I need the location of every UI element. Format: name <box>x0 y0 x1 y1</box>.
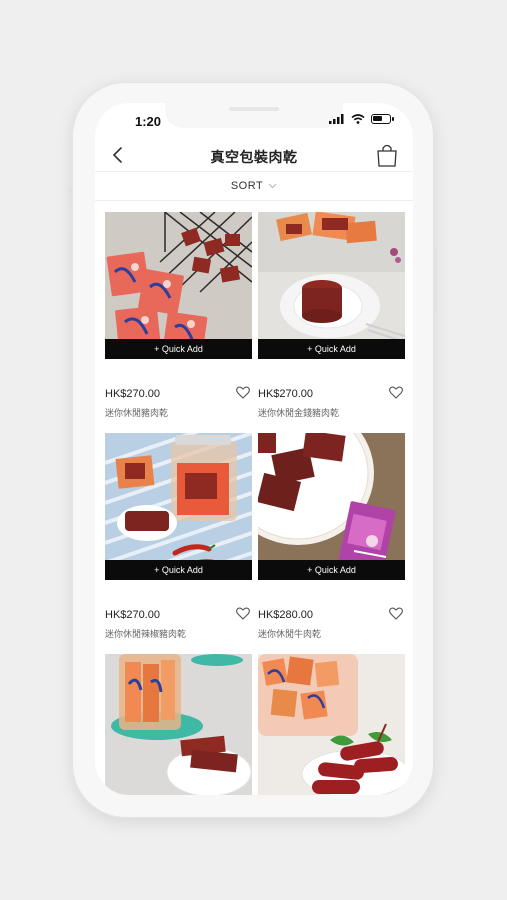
quick-add-button[interactable]: + Quick Add <box>105 339 252 359</box>
product-photo <box>258 433 405 580</box>
shopping-bag-icon[interactable] <box>375 142 399 168</box>
notch <box>165 103 343 128</box>
product-image[interactable]: + Quick Add <box>258 433 405 580</box>
product-price: HK$270.00 <box>105 609 161 621</box>
phone-volume-down <box>69 282 72 322</box>
speaker <box>229 107 279 111</box>
product-card[interactable]: + Quick Add HK$270.00 迷你休閒辣椒豬肉乾 <box>105 433 252 639</box>
product-name: 迷你休閒金錢豬肉乾 <box>258 408 340 418</box>
status-time: 1:20 <box>135 114 162 129</box>
header: 真空包裝肉乾 <box>95 139 413 171</box>
product-card[interactable]: + Quick Add HK$270.00 迷你休閒金錢豬肉乾 <box>258 212 405 418</box>
product-card[interactable] <box>105 654 252 795</box>
quick-add-button[interactable]: + Quick Add <box>105 560 252 580</box>
heart-icon[interactable] <box>236 607 250 620</box>
page-title: 真空包裝肉乾 <box>210 149 298 165</box>
product-photo <box>258 212 405 359</box>
product-photo <box>105 433 252 580</box>
sort-dropdown[interactable]: SORT <box>95 171 413 201</box>
product-price: HK$270.00 <box>105 388 161 400</box>
sort-label: SORT <box>230 180 264 192</box>
heart-icon[interactable] <box>389 386 403 399</box>
product-price: HK$270.00 <box>258 388 314 400</box>
product-photo <box>105 212 252 359</box>
product-image[interactable] <box>258 654 405 795</box>
app-screen: 1:20 真空包裝肉乾 SORT + Quick Add HK$270.00 迷… <box>95 103 413 795</box>
product-photo <box>258 654 405 795</box>
battery-icon <box>371 114 394 124</box>
heart-icon[interactable] <box>236 386 250 399</box>
product-price: HK$280.00 <box>258 609 314 621</box>
phone-side-button <box>69 188 72 208</box>
wifi-icon <box>351 114 365 124</box>
product-card[interactable] <box>258 654 405 795</box>
product-image[interactable]: + Quick Add <box>105 433 252 580</box>
chevron-down-icon <box>268 183 277 189</box>
product-image[interactable]: + Quick Add <box>258 212 405 359</box>
product-name: 迷你休閒豬肉乾 <box>105 408 169 418</box>
product-card[interactable]: + Quick Add HK$270.00 迷你休閒豬肉乾 <box>105 212 252 418</box>
product-name: 迷你休閒牛肉乾 <box>258 629 322 639</box>
product-image[interactable] <box>105 654 252 795</box>
status-icons <box>329 114 394 124</box>
product-image[interactable]: + Quick Add <box>105 212 252 359</box>
heart-icon[interactable] <box>389 607 403 620</box>
product-photo <box>105 654 252 795</box>
phone-power-button <box>434 248 437 310</box>
product-name: 迷你休閒辣椒豬肉乾 <box>105 629 187 639</box>
quick-add-button[interactable]: + Quick Add <box>258 560 405 580</box>
product-card[interactable]: + Quick Add HK$280.00 迷你休閒牛肉乾 <box>258 433 405 639</box>
quick-add-button[interactable]: + Quick Add <box>258 339 405 359</box>
signal-icon <box>329 114 344 124</box>
phone-volume-up <box>69 232 72 272</box>
